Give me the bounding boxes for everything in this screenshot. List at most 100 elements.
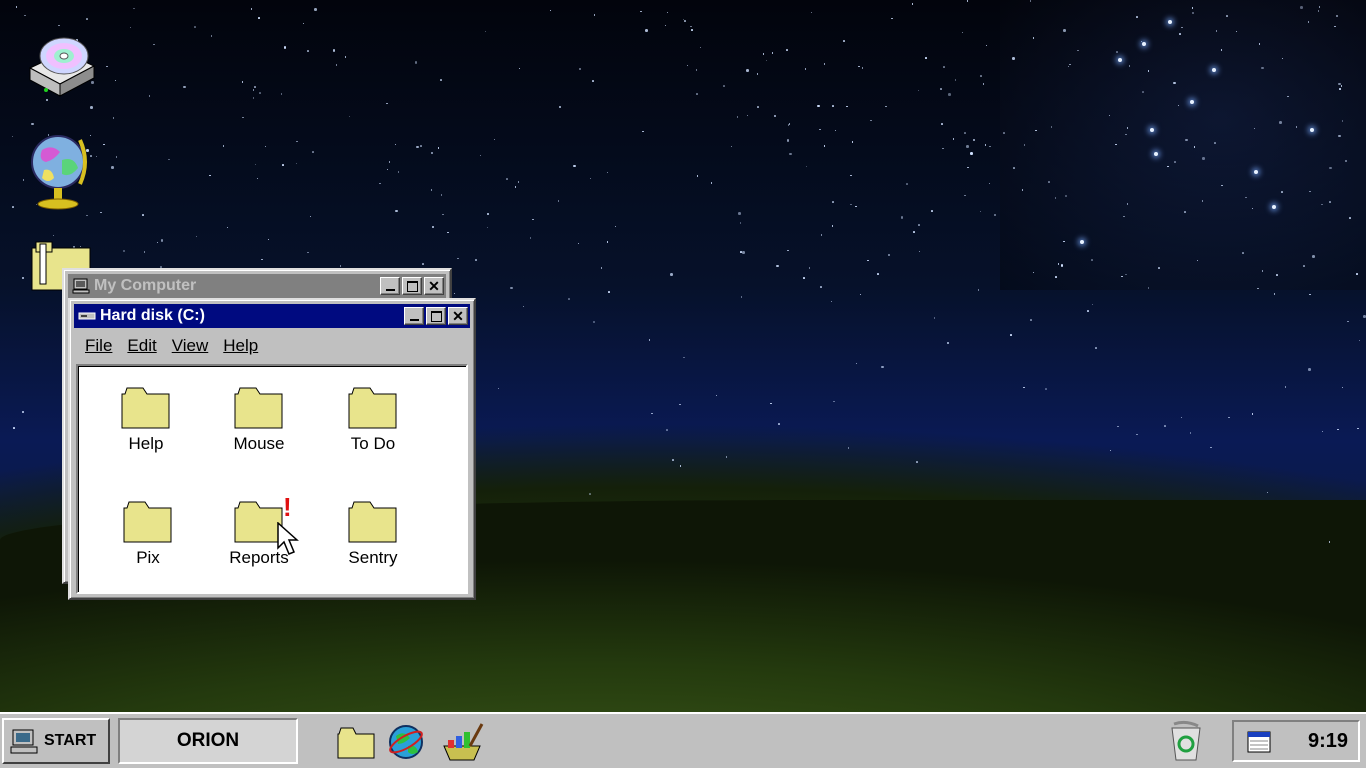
star <box>679 465 682 467</box>
star <box>847 447 850 449</box>
star <box>1221 184 1223 187</box>
star <box>834 129 836 132</box>
star <box>1048 181 1050 183</box>
star <box>964 194 966 197</box>
my-computer-titlebar[interactable]: My Computer ✕ <box>68 274 446 298</box>
cd-drive-icon[interactable] <box>24 28 96 98</box>
clock[interactable]: 9:19 <box>1308 730 1348 753</box>
star <box>1125 273 1127 276</box>
star <box>267 238 270 241</box>
menu-help[interactable]: Help <box>216 334 266 358</box>
star <box>264 145 267 148</box>
star <box>593 14 596 16</box>
star <box>1087 310 1089 312</box>
star <box>1266 491 1269 494</box>
star <box>100 211 102 214</box>
star <box>614 225 617 228</box>
folder-reports[interactable]: Reports ! <box>209 492 309 568</box>
star <box>90 106 93 109</box>
star <box>931 210 933 212</box>
task-button-orion[interactable]: ORION <box>118 718 298 764</box>
star <box>972 138 976 142</box>
star <box>210 35 213 37</box>
star <box>261 258 263 261</box>
quicklaunch-paint-icon[interactable] <box>440 722 484 762</box>
close-button[interactable]: ✕ <box>448 307 468 325</box>
minimize-button[interactable] <box>404 307 424 325</box>
star <box>296 140 298 142</box>
calendar-icon[interactable] <box>1246 728 1272 754</box>
internet-globe-icon[interactable] <box>24 130 94 210</box>
hard-disk-window[interactable]: Hard disk (C:) ✕ File Edit View Help Hel… <box>68 298 476 600</box>
star <box>786 49 788 51</box>
folder-mouse[interactable]: Mouse <box>209 386 309 454</box>
star <box>1303 265 1305 267</box>
start-computer-icon <box>10 729 38 754</box>
star <box>518 67 521 70</box>
close-icon: ✕ <box>452 308 464 324</box>
star <box>887 253 891 257</box>
star <box>859 293 861 296</box>
star <box>13 427 15 429</box>
star <box>486 226 489 229</box>
star <box>106 65 108 68</box>
star <box>453 292 456 295</box>
star <box>861 67 864 69</box>
star <box>307 50 309 52</box>
folder-view: Help Mouse To Do Pix Reports ! Sentry <box>76 364 468 594</box>
star <box>776 264 779 268</box>
star <box>686 64 689 67</box>
star <box>153 43 155 46</box>
folder-to-do[interactable]: To Do <box>323 386 423 454</box>
star <box>252 97 255 99</box>
star <box>804 68 807 70</box>
star <box>1023 144 1026 146</box>
star <box>1329 166 1332 170</box>
folder-help[interactable]: Help <box>96 386 196 454</box>
menu-edit[interactable]: Edit <box>120 334 164 358</box>
star <box>493 138 496 141</box>
recycle-bin-icon[interactable] <box>1166 720 1206 762</box>
star <box>967 166 969 169</box>
star <box>479 154 482 157</box>
folder-sentry[interactable]: Sentry <box>323 500 423 568</box>
maximize-button[interactable] <box>402 277 422 295</box>
star <box>730 145 733 148</box>
star <box>148 95 151 97</box>
folder-pix[interactable]: Pix <box>98 500 198 568</box>
hard-disk-titlebar[interactable]: Hard disk (C:) ✕ <box>74 304 470 328</box>
maximize-button[interactable] <box>426 307 446 325</box>
star <box>589 177 592 180</box>
star <box>143 251 146 253</box>
star <box>431 225 435 229</box>
star <box>970 152 973 155</box>
quicklaunch-folder-icon[interactable] <box>336 722 376 762</box>
star <box>1245 196 1247 198</box>
star <box>984 144 987 146</box>
star <box>194 26 196 28</box>
star <box>913 231 915 233</box>
star <box>1012 57 1015 60</box>
star <box>788 123 791 125</box>
star <box>803 277 805 279</box>
star <box>11 135 14 138</box>
start-button[interactable]: START <box>2 718 110 764</box>
close-button[interactable]: ✕ <box>424 277 444 295</box>
star <box>1276 274 1278 276</box>
star <box>900 216 904 219</box>
menu-file[interactable]: File <box>78 334 120 358</box>
star <box>86 214 88 217</box>
my-computer-title: My Computer <box>94 277 197 294</box>
menu-view[interactable]: View <box>165 334 217 358</box>
star <box>440 194 443 196</box>
star <box>948 93 951 96</box>
minimize-button[interactable] <box>380 277 400 295</box>
star <box>497 387 500 390</box>
star <box>517 181 520 183</box>
star <box>142 214 144 216</box>
star <box>846 105 848 108</box>
bright-star <box>1310 128 1314 132</box>
quicklaunch-browser-globe-icon[interactable] <box>386 722 426 762</box>
star <box>1337 428 1339 431</box>
star <box>946 341 950 345</box>
